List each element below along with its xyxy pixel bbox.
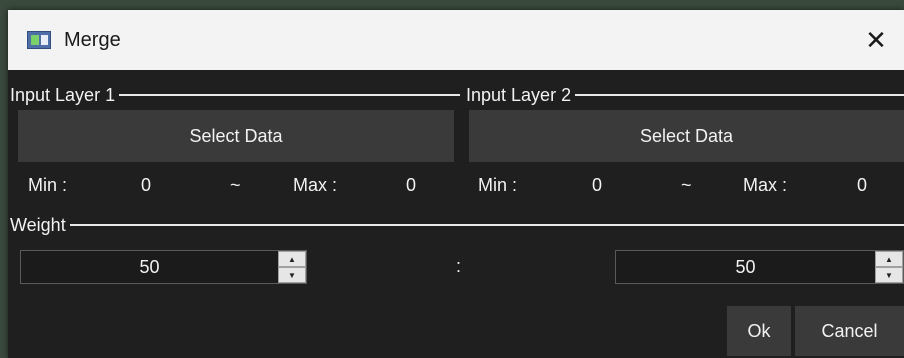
max-value-2: 0: [857, 175, 868, 195]
input-layer-2-group-title: Input Layer 2: [466, 83, 904, 107]
cancel-button[interactable]: Cancel: [795, 306, 904, 356]
min-value-2: 0: [592, 175, 603, 195]
weight-2-value[interactable]: 50: [616, 251, 875, 283]
title-bar: Merge ✕: [8, 10, 904, 70]
spin-down-icon[interactable]: ▼: [278, 267, 306, 283]
window-title: Merge: [64, 29, 121, 51]
divider: [119, 94, 460, 96]
range-tilde-2: ~: [681, 175, 692, 195]
dialog-content: Input Layer 1 Select Data Min : 0 ~ Max …: [8, 70, 904, 358]
merge-dialog: Merge ✕ Input Layer 1 Select Data Min : …: [8, 10, 904, 358]
min-label-1: Min :: [28, 175, 68, 195]
ok-button[interactable]: Ok: [727, 306, 791, 356]
weight-2-spinbox[interactable]: 50 ▲ ▼: [615, 250, 904, 284]
select-data-button-1[interactable]: Select Data: [18, 110, 454, 162]
divider: [69, 224, 904, 226]
range-tilde-1: ~: [230, 175, 241, 195]
input-layer-1-group-title: Input Layer 1: [10, 83, 460, 107]
input-layer-2-label: Input Layer 2: [466, 84, 572, 105]
weight-label: Weight: [10, 214, 66, 235]
input-layer-1-label: Input Layer 1: [10, 84, 116, 105]
select-data-button-2[interactable]: Select Data: [469, 110, 904, 162]
max-label-2: Max :: [743, 175, 788, 195]
divider: [575, 94, 904, 96]
max-label-1: Max :: [293, 175, 338, 195]
weight-group-title: Weight: [10, 213, 904, 237]
weight-separator: :: [456, 256, 462, 276]
close-button[interactable]: ✕: [848, 10, 904, 70]
min-label-2: Min :: [478, 175, 518, 195]
spin-down-icon[interactable]: ▼: [875, 267, 903, 283]
weight-1-spinbox[interactable]: 50 ▲ ▼: [20, 250, 307, 284]
min-value-1: 0: [141, 175, 152, 195]
weight-1-value[interactable]: 50: [21, 251, 278, 283]
spin-up-icon[interactable]: ▲: [278, 251, 306, 267]
app-window-icon: [27, 31, 51, 49]
close-icon: ✕: [865, 24, 887, 55]
spin-up-icon[interactable]: ▲: [875, 251, 903, 267]
max-value-1: 0: [406, 175, 417, 195]
